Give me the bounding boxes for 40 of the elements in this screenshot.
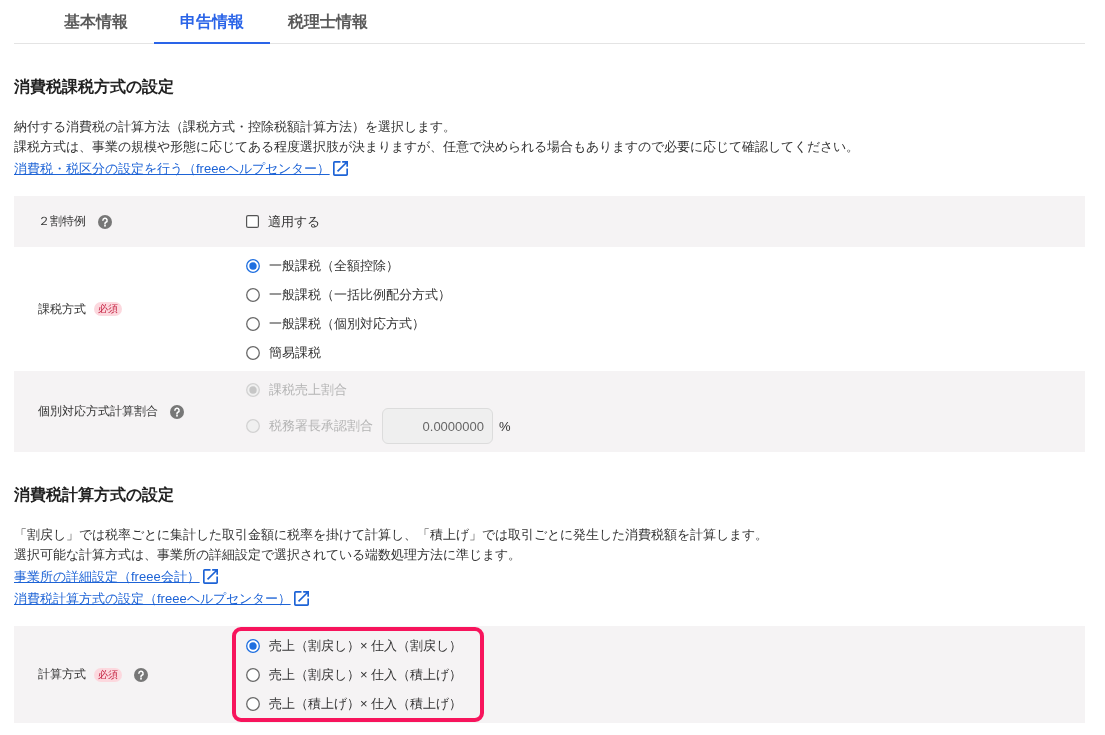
help-link[interactable]: 事業所の詳細設定（freee会計） — [14, 566, 218, 587]
tab[interactable]: 申告情報 — [154, 0, 270, 44]
description-text: 選択可能な計算方式は、事業所の詳細設定で選択されている端数処理方法に準じます。 — [14, 546, 522, 564]
description-text: 納付する消費税の計算方法（課税方式・控除税額計算方法）を選択します。 — [14, 118, 457, 136]
help-icon[interactable] — [170, 404, 184, 419]
radio-label: 税務署長承認割合 — [269, 417, 373, 435]
radio-label: 売上（割戻し）× 仕入（割戻し） — [269, 636, 463, 655]
help-link[interactable]: 消費税計算方式の設定（freeeヘルプセンター） — [14, 588, 309, 609]
required-badge: 必須 — [94, 667, 122, 682]
radio-button[interactable] — [246, 316, 260, 331]
field-label: 計算方式 — [38, 666, 86, 683]
checkbox-label: 適用する — [268, 212, 320, 231]
radio-button[interactable] — [246, 258, 260, 273]
radio-button[interactable] — [246, 638, 260, 653]
help-icon[interactable] — [134, 667, 148, 682]
radio-button[interactable] — [246, 667, 260, 682]
tab[interactable]: 税理士情報 — [270, 0, 386, 44]
description-text: 課税方式は、事業の規模や形態に応じてある程度選択肢が決まりますが、任意で決められる場合もありますので必要に応じて確認してください。 — [14, 138, 860, 156]
help-link[interactable]: 消費税・税区分の設定を行う（freeeヘルプセンター） — [14, 158, 348, 179]
field-label: 個別対応方式計算割合 — [38, 403, 158, 420]
unit-label: % — [499, 418, 511, 434]
radio-label: 一般課税（個別対応方式） — [269, 314, 425, 333]
radio-button[interactable] — [246, 696, 260, 711]
required-badge: 必須 — [94, 302, 122, 316]
radio-button[interactable] — [246, 345, 260, 360]
checkbox[interactable] — [246, 215, 259, 228]
radio-label: 売上（積上げ）× 仕入（積上げ） — [269, 694, 463, 713]
radio-label: 課税売上割合 — [269, 380, 347, 399]
description-text: 「割戻し」では税率ごとに集計した取引金額に税率を掛けて計算し、「積上げ」では取引ごとに発生した消費税額を計算します。 — [14, 526, 769, 544]
radio-label: 売上（割戻し）× 仕入（積上げ） — [269, 665, 463, 684]
field-label: ２割特例 — [38, 213, 86, 230]
tab[interactable]: 基本情報 — [38, 0, 154, 44]
section-title: 消費税計算方式の設定 — [14, 485, 175, 505]
section-title: 消費税課税方式の設定 — [14, 77, 175, 97]
radio-label: 一般課税（一括比例配分方式） — [269, 285, 451, 304]
field-label: 課税方式 — [38, 300, 86, 318]
radio-button[interactable] — [246, 287, 260, 302]
help-icon[interactable] — [98, 214, 112, 229]
radio-label: 簡易課税 — [269, 343, 321, 362]
radio-label: 一般課税（全額控除） — [269, 256, 399, 275]
